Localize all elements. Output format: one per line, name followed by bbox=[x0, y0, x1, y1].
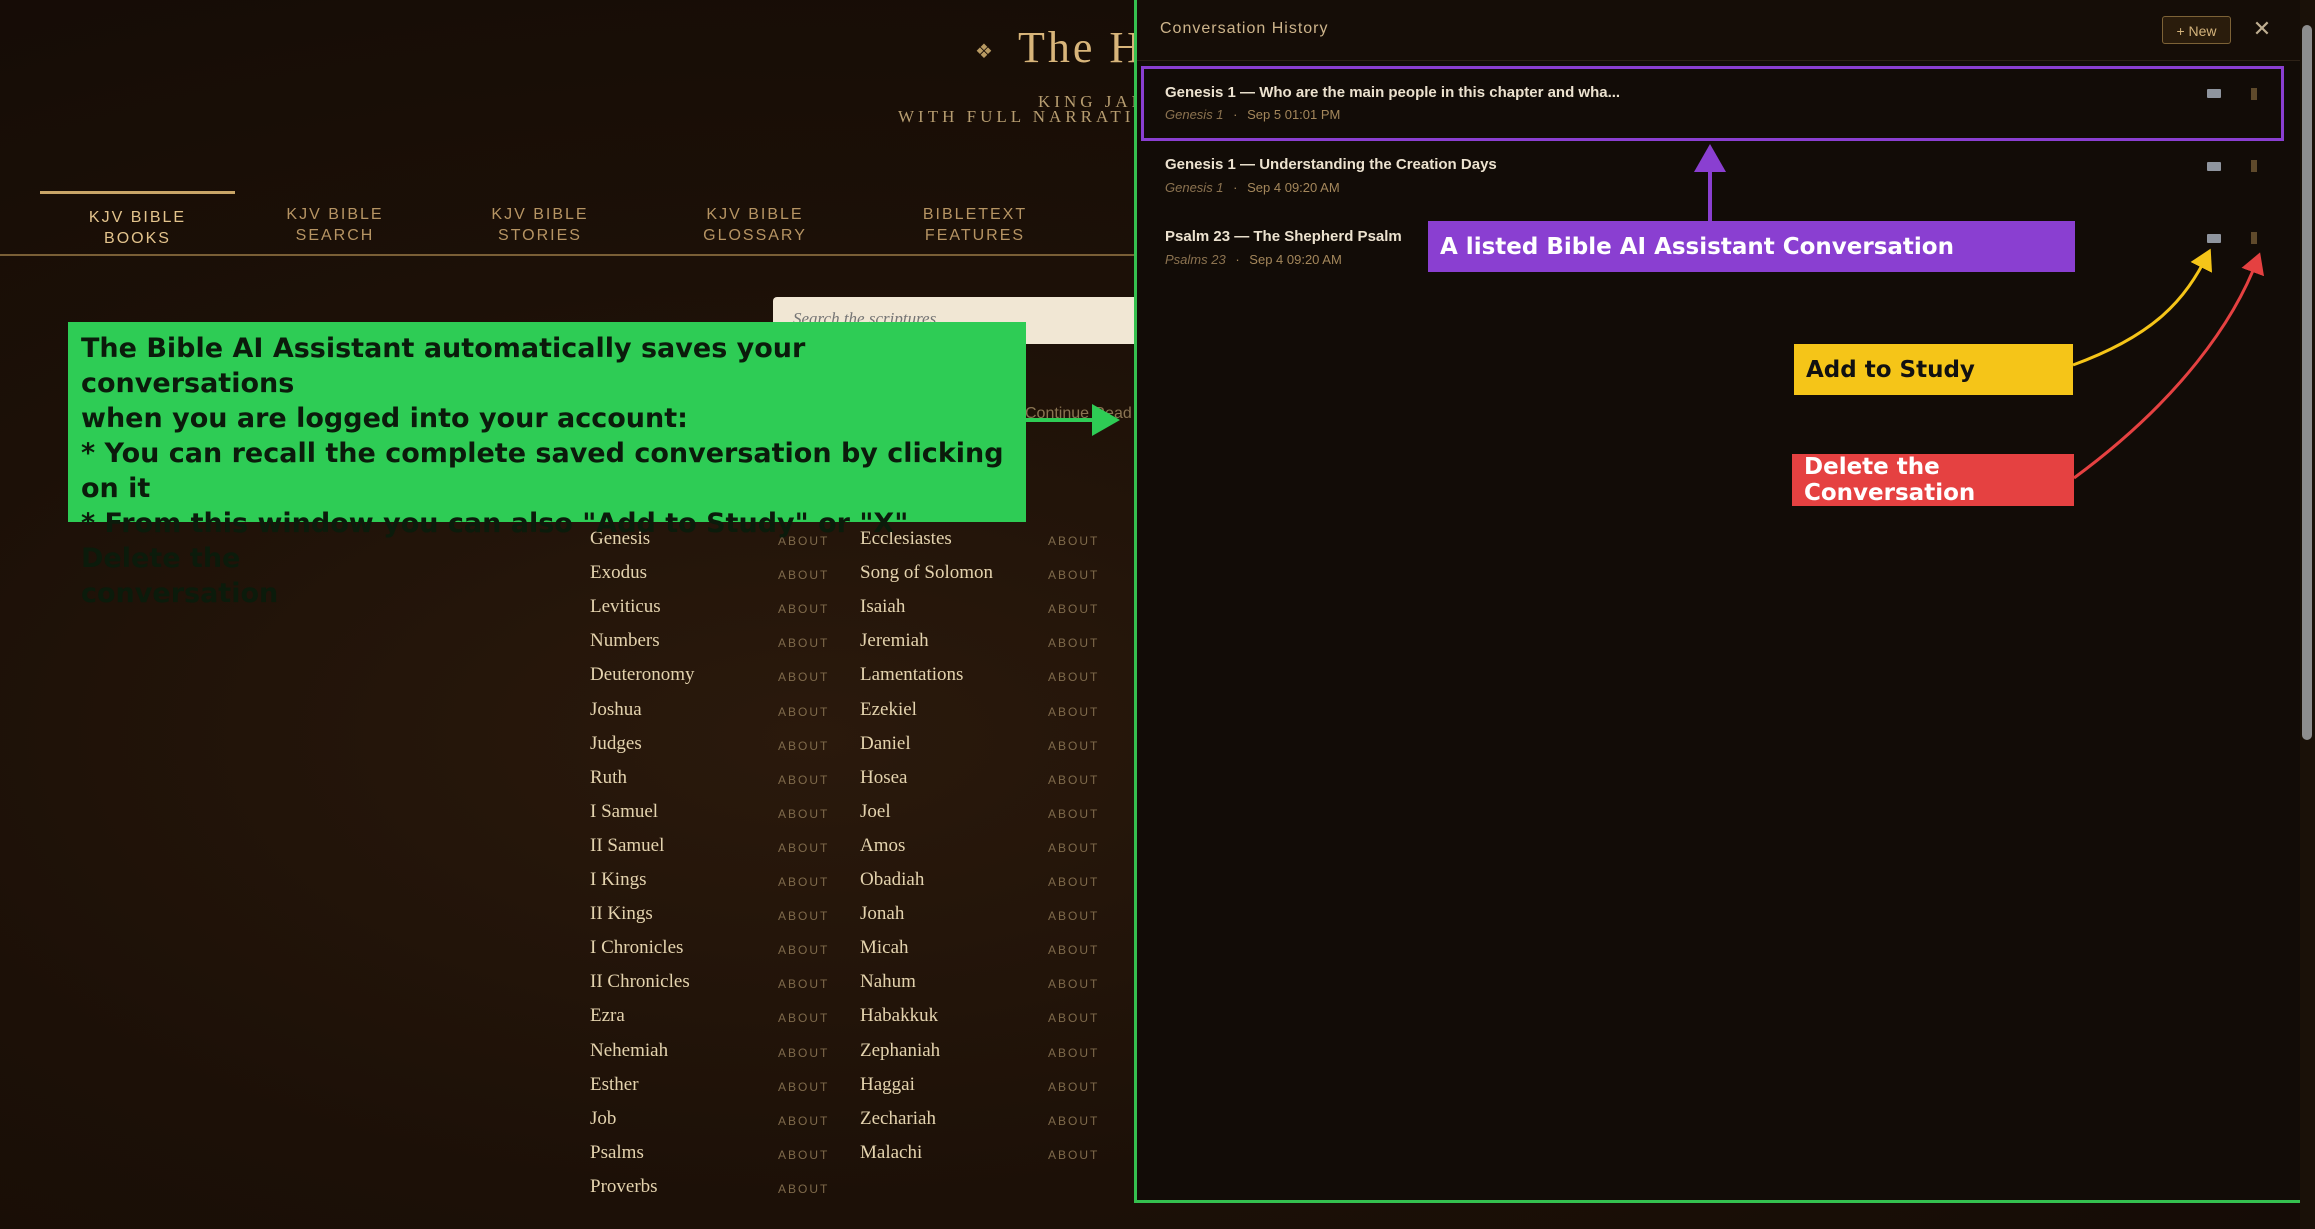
red-arrow bbox=[2073, 252, 2265, 480]
annotation-arrows bbox=[1026, 144, 2265, 480]
yellow-arrow bbox=[2072, 248, 2213, 367]
